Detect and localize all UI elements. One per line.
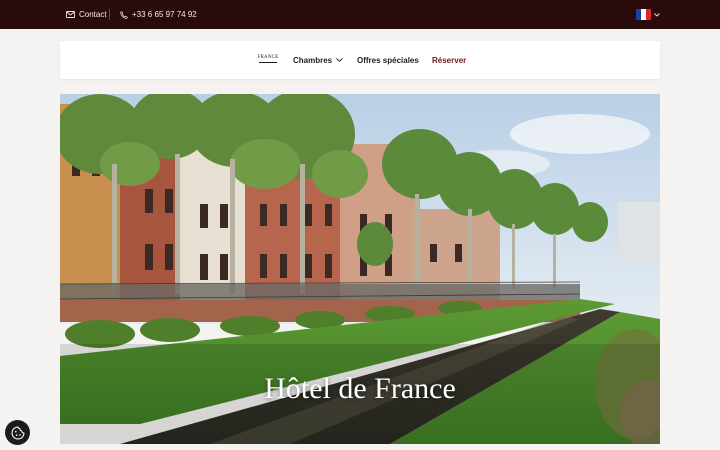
top-bar: Contact +33 6 65 97 74 92 [0,0,720,29]
divider [109,9,110,20]
french-flag-icon [636,9,651,20]
cookie-settings-button[interactable] [5,420,30,445]
hero-banner: Hôtel de France [60,94,660,444]
logo-rule [259,62,277,63]
phone-label: +33 6 65 97 74 92 [132,10,197,19]
contact-label: Contact [79,10,107,19]
phone-link[interactable]: +33 6 65 97 74 92 [120,0,197,29]
nav-reserver[interactable]: Réserver [432,41,466,79]
chevron-down-icon [336,58,343,62]
hotel-logo[interactable]: FRANCE [257,53,279,67]
nav-offres-speciales[interactable]: Offres spéciales [357,41,419,79]
nav-offres-label: Offres spéciales [357,55,419,65]
mail-icon [66,11,75,18]
hero-title: Hôtel de France [264,372,456,405]
main-navbar: FRANCE Chambres Offres spéciales Réserve… [60,41,660,79]
nav-reserver-label: Réserver [432,55,467,65]
logo-text: FRANCE [257,55,279,60]
language-selector[interactable] [636,9,660,20]
contact-link[interactable]: Contact [66,0,107,29]
chevron-down-icon [654,12,660,17]
nav-chambres-label: Chambres [293,55,333,65]
phone-icon [120,10,128,19]
cookie-settings-icon [11,426,24,439]
nav-chambres[interactable]: Chambres [293,41,343,79]
